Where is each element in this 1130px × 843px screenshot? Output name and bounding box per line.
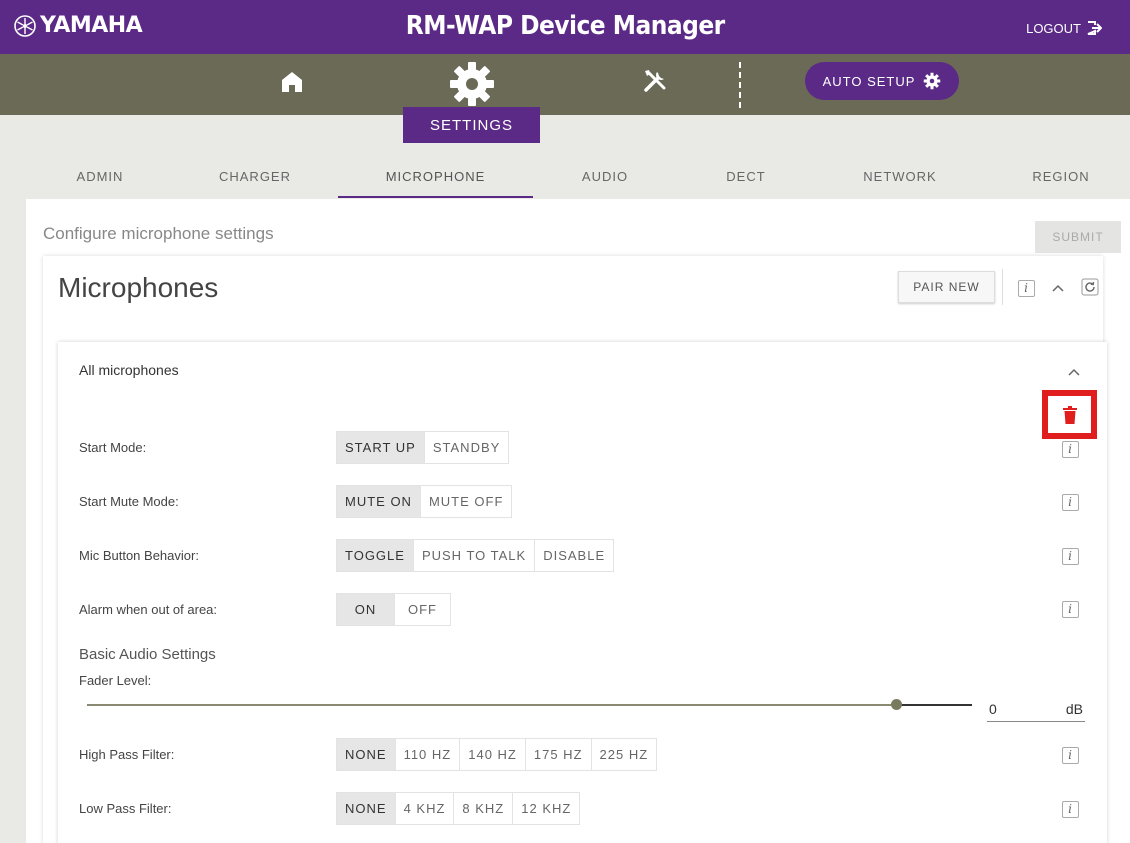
tab-network[interactable]: NETWORK (850, 160, 950, 198)
low-pass-4khz[interactable]: 4 KHZ (394, 793, 454, 824)
basic-audio-settings-heading: Basic Audio Settings (79, 646, 216, 663)
info-icon: i (1017, 279, 1035, 297)
auto-setup-button[interactable]: AUTO SETUP (805, 62, 959, 100)
settings-subtabs: ADMIN CHARGER MICROPHONE AUDIO DECT NETW… (0, 160, 1130, 200)
fader-level-input[interactable]: 0 dB (987, 697, 1085, 722)
info-icon: i (1061, 600, 1079, 618)
alarm-out-of-area-label: Alarm when out of area: (79, 602, 218, 617)
start-mode-label: Start Mode: (79, 440, 147, 455)
high-pass-none[interactable]: NONE (337, 739, 395, 770)
start-mute-mode-toggle: MUTE ON MUTE OFF (336, 485, 513, 518)
tab-dect[interactable]: DECT (706, 160, 786, 198)
low-pass-none[interactable]: NONE (337, 793, 395, 824)
tab-admin[interactable]: ADMIN (60, 160, 140, 198)
start-mute-mode-info-button[interactable]: i (1060, 492, 1080, 512)
mic-button-toggle[interactable]: TOGGLE (337, 540, 413, 571)
tab-region[interactable]: REGION (1020, 160, 1102, 198)
nav-divider (739, 62, 741, 108)
fader-level-value: 0 (989, 701, 997, 717)
left-gutter (0, 199, 4, 843)
chevron-up-icon (1068, 368, 1080, 376)
settings-active-tab[interactable]: SETTINGS (403, 107, 540, 143)
high-pass-filter-toggle: NONE 110 HZ 140 HZ 175 HZ 225 HZ (336, 738, 658, 771)
microphones-title: Microphones (58, 272, 219, 303)
mic-button-behavior-label: Mic Button Behavior: (79, 548, 199, 563)
info-icon: i (1061, 800, 1079, 818)
logout-label: LOGOUT (1026, 20, 1081, 36)
start-mute-mode-label: Start Mute Mode: (79, 494, 179, 509)
start-mute-off[interactable]: MUTE OFF (419, 486, 512, 517)
start-mode-standby[interactable]: STANDBY (423, 432, 509, 463)
gear-icon (450, 62, 494, 106)
start-mode-info-button[interactable]: i (1060, 439, 1080, 459)
logout-icon (1087, 21, 1102, 35)
delete-microphones-button[interactable] (1042, 390, 1097, 439)
high-pass-175hz[interactable]: 175 HZ (524, 739, 591, 770)
submit-button[interactable]: SUBMIT (1035, 221, 1121, 253)
start-mode-toggle: START UP STANDBY (336, 431, 510, 464)
start-mode-start-up[interactable]: START UP (337, 432, 424, 463)
top-bar: YAMAHA RM-WAP Device Manager LOGOUT (0, 0, 1130, 54)
alarm-out-of-area-toggle: ON OFF (336, 593, 451, 626)
collapse-all-microphones-button[interactable] (1064, 362, 1084, 382)
high-pass-225hz[interactable]: 225 HZ (590, 739, 657, 770)
info-icon: i (1061, 547, 1079, 565)
chevron-up-icon (1052, 284, 1064, 292)
tab-audio[interactable]: AUDIO (565, 160, 645, 198)
low-pass-filter-toggle: NONE 4 KHZ 8 KHZ 12 KHZ (336, 792, 581, 825)
trash-icon (1062, 405, 1077, 424)
high-pass-filter-info-button[interactable]: i (1060, 745, 1080, 765)
low-pass-filter-info-button[interactable]: i (1060, 799, 1080, 819)
alarm-out-of-area-info-button[interactable]: i (1060, 599, 1080, 619)
low-pass-filter-label: Low Pass Filter: (79, 801, 172, 816)
mic-button-disable[interactable]: DISABLE (534, 540, 614, 571)
app-title: RM-WAP Device Manager (405, 11, 725, 41)
tools-icon (644, 70, 666, 92)
logout-button[interactable]: LOGOUT (1026, 20, 1102, 36)
tab-microphone[interactable]: MICROPHONE (338, 160, 533, 198)
auto-setup-label: AUTO SETUP (822, 73, 916, 89)
high-pass-filter-label: High Pass Filter: (79, 747, 175, 762)
mic-button-behavior-info-button[interactable]: i (1060, 546, 1080, 566)
all-microphones-title: All microphones (79, 362, 179, 378)
refresh-icon (1081, 278, 1099, 296)
auto-setup-gear-icon (924, 72, 941, 90)
home-icon (282, 72, 302, 92)
pair-new-button[interactable]: PAIR NEW (898, 271, 995, 303)
fader-level-slider[interactable] (87, 704, 972, 706)
alarm-off[interactable]: OFF (394, 594, 450, 625)
tools-button[interactable] (638, 64, 672, 98)
mic-button-behavior-toggle: TOGGLE PUSH TO TALK DISABLE (336, 539, 615, 572)
low-pass-12khz[interactable]: 12 KHZ (512, 793, 580, 824)
alarm-on[interactable]: ON (337, 594, 394, 625)
microphones-info-button[interactable]: i (1016, 278, 1036, 298)
mic-button-push-to-talk[interactable]: PUSH TO TALK (412, 540, 535, 571)
high-pass-110hz[interactable]: 110 HZ (394, 739, 460, 770)
header-separator (1002, 269, 1003, 305)
page-description: Configure microphone settings (43, 224, 274, 243)
fader-level-label: Fader Level: (79, 673, 152, 688)
info-icon: i (1061, 440, 1079, 458)
settings-tab-label: SETTINGS (429, 116, 513, 134)
settings-nav-button[interactable] (446, 58, 498, 110)
home-button[interactable] (276, 66, 308, 98)
main-nav-bar (0, 54, 1130, 115)
start-mute-on[interactable]: MUTE ON (337, 486, 420, 517)
refresh-microphones-button[interactable] (1079, 276, 1101, 298)
tab-charger[interactable]: CHARGER (210, 160, 300, 198)
info-icon: i (1061, 746, 1079, 764)
fader-level-unit: dB (1065, 701, 1083, 717)
info-icon: i (1061, 493, 1079, 511)
fader-level-slider-thumb[interactable] (891, 699, 902, 710)
collapse-microphones-button[interactable] (1048, 278, 1068, 298)
fader-level-slider-fill (896, 704, 972, 706)
high-pass-140hz[interactable]: 140 HZ (459, 739, 525, 770)
low-pass-8khz[interactable]: 8 KHZ (453, 793, 513, 824)
